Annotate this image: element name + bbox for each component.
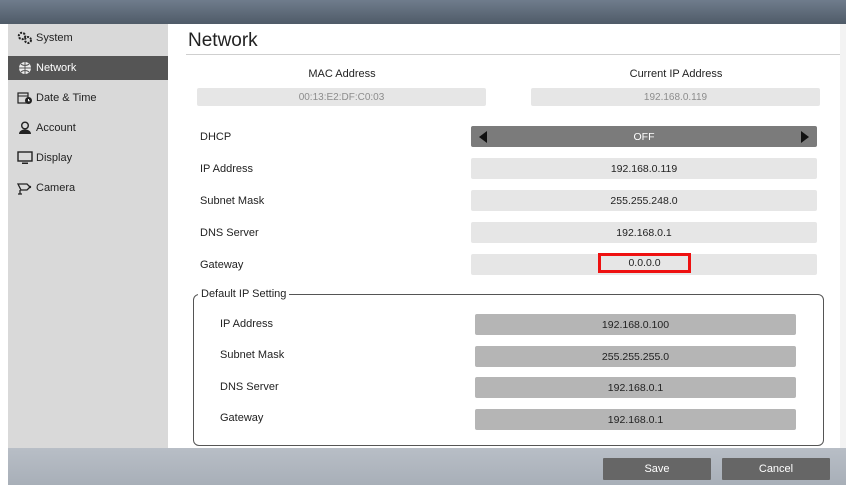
mac-address-label: MAC Address bbox=[308, 68, 376, 80]
title-divider bbox=[186, 54, 840, 55]
sidebar-item-label: Display bbox=[36, 152, 73, 164]
dhcp-label: DHCP bbox=[200, 131, 232, 143]
default-gateway-field[interactable]: 192.168.0.1 bbox=[475, 409, 796, 430]
dns-server-field[interactable]: 192.168.0.1 bbox=[471, 222, 817, 243]
arrow-left-icon[interactable] bbox=[479, 131, 487, 143]
sidebar-item-account[interactable]: Account bbox=[8, 116, 168, 140]
bottom-bar bbox=[8, 448, 846, 485]
dhcp-value: OFF bbox=[633, 130, 655, 143]
camera-icon bbox=[16, 180, 34, 196]
default-subnet-mask-label: Subnet Mask bbox=[220, 349, 285, 361]
mac-address-field: 00:13:E2:DF:C0:03 bbox=[197, 88, 486, 106]
ip-address-label: IP Address bbox=[200, 163, 253, 175]
calendar-clock-icon bbox=[16, 90, 34, 106]
sidebar-item-label: Camera bbox=[36, 182, 76, 194]
default-subnet-mask-field[interactable]: 255.255.255.0 bbox=[475, 346, 796, 367]
sidebar: System Network Date & Time Account Displ… bbox=[8, 24, 168, 448]
cancel-button[interactable]: Cancel bbox=[722, 458, 830, 480]
sidebar-item-label: Network bbox=[36, 62, 77, 74]
gateway-value-highlight[interactable]: 0.0.0.0 bbox=[598, 253, 691, 273]
default-dns-server-label: DNS Server bbox=[220, 381, 279, 393]
page-title: Network bbox=[188, 30, 258, 51]
right-frame bbox=[840, 24, 846, 448]
sidebar-item-system[interactable]: System bbox=[8, 26, 168, 50]
default-ip-address-label: IP Address bbox=[220, 318, 273, 330]
dhcp-selector[interactable]: OFF bbox=[471, 126, 817, 147]
sidebar-item-network[interactable]: Network bbox=[8, 56, 168, 80]
default-ip-title: Default IP Setting bbox=[198, 288, 290, 300]
sidebar-item-label: Account bbox=[36, 122, 76, 134]
arrow-right-icon[interactable] bbox=[801, 131, 809, 143]
default-dns-server-field[interactable]: 192.168.0.1 bbox=[475, 377, 796, 398]
subnet-mask-label: Subnet Mask bbox=[200, 195, 265, 207]
default-ip-address-field[interactable]: 192.168.0.100 bbox=[475, 314, 796, 335]
sidebar-item-label: Date & Time bbox=[36, 92, 97, 104]
save-button[interactable]: Save bbox=[603, 458, 711, 480]
globe-network-icon bbox=[16, 60, 34, 76]
sidebar-item-display[interactable]: Display bbox=[8, 146, 168, 170]
subnet-mask-field[interactable]: 255.255.248.0 bbox=[471, 190, 817, 211]
sidebar-item-camera[interactable]: Camera bbox=[8, 176, 168, 200]
sidebar-item-label: System bbox=[36, 32, 73, 44]
current-ip-label: Current IP Address bbox=[629, 68, 723, 80]
top-bar bbox=[0, 0, 846, 24]
sidebar-item-date-time[interactable]: Date & Time bbox=[8, 86, 168, 110]
user-icon bbox=[16, 120, 34, 136]
default-gateway-label: Gateway bbox=[220, 412, 264, 424]
ip-address-field[interactable]: 192.168.0.119 bbox=[471, 158, 817, 179]
gears-icon bbox=[16, 30, 34, 46]
dns-server-label: DNS Server bbox=[200, 227, 259, 239]
monitor-icon bbox=[16, 150, 34, 166]
current-ip-field: 192.168.0.119 bbox=[531, 88, 820, 106]
gateway-label: Gateway bbox=[200, 259, 244, 271]
